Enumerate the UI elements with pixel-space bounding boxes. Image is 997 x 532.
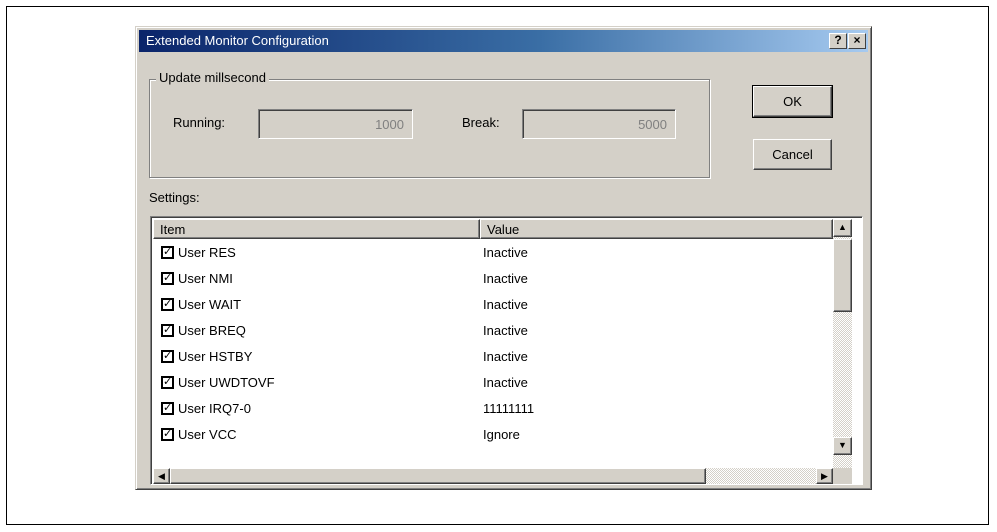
checkbox[interactable]: ✓ bbox=[161, 246, 174, 259]
item-value: 11111111 bbox=[483, 401, 535, 416]
checkbox[interactable]: ✓ bbox=[161, 402, 174, 415]
item-name: User RES bbox=[178, 245, 236, 260]
scrollbar-corner bbox=[833, 468, 852, 484]
title-bar[interactable]: Extended Monitor Configuration ? × bbox=[139, 30, 868, 52]
check-mark-icon: ✓ bbox=[163, 324, 173, 336]
check-mark-icon: ✓ bbox=[163, 376, 173, 388]
cancel-button[interactable]: Cancel bbox=[753, 139, 832, 170]
checkbox[interactable]: ✓ bbox=[161, 324, 174, 337]
horizontal-scrollbar[interactable]: ◀ ▶ bbox=[153, 468, 833, 484]
item-name: User BREQ bbox=[178, 323, 246, 338]
list-item[interactable]: ✓ User VCC Ignore bbox=[153, 423, 833, 449]
list-item[interactable]: ✓ User IRQ7-0 11111111 bbox=[153, 397, 833, 423]
column-header-item[interactable]: Item bbox=[153, 219, 480, 239]
list-item[interactable]: ✓ User RES Inactive bbox=[153, 241, 833, 267]
item-value: Inactive bbox=[483, 245, 528, 260]
close-button[interactable]: × bbox=[848, 33, 866, 49]
break-field[interactable]: 5000 bbox=[522, 109, 676, 139]
list-item[interactable]: ✓ User NMI Inactive bbox=[153, 267, 833, 293]
update-group-legend: Update millsecond bbox=[156, 70, 269, 85]
checkbox[interactable]: ✓ bbox=[161, 428, 174, 441]
scroll-left-icon[interactable]: ◀ bbox=[153, 468, 170, 484]
item-name: User WAIT bbox=[178, 297, 242, 312]
list-item[interactable]: ✓ User WAIT Inactive bbox=[153, 293, 833, 319]
list-item[interactable]: ✓ User HSTBY Inactive bbox=[153, 345, 833, 371]
checkbox[interactable]: ✓ bbox=[161, 376, 174, 389]
check-mark-icon: ✓ bbox=[163, 272, 173, 284]
running-field[interactable]: 1000 bbox=[258, 109, 413, 139]
settings-list[interactable]: Item Value ✓ User RES Inactive ✓ User NMI Ina… bbox=[150, 216, 863, 485]
dialog-title: Extended Monitor Configuration bbox=[146, 33, 329, 48]
help-button[interactable]: ? bbox=[829, 33, 847, 49]
vertical-scroll-thumb[interactable] bbox=[833, 239, 852, 312]
item-name: User NMI bbox=[178, 271, 233, 286]
item-value: Inactive bbox=[483, 271, 528, 286]
check-mark-icon: ✓ bbox=[163, 428, 173, 440]
item-name: User HSTBY bbox=[178, 349, 253, 364]
settings-label: Settings: bbox=[149, 190, 200, 205]
horizontal-scroll-thumb[interactable] bbox=[170, 468, 706, 484]
item-name: User IRQ7-0 bbox=[178, 401, 251, 416]
item-name: User VCC bbox=[178, 427, 237, 442]
running-label: Running: bbox=[173, 115, 226, 130]
checkbox[interactable]: ✓ bbox=[161, 350, 174, 363]
list-item[interactable]: ✓ User BREQ Inactive bbox=[153, 319, 833, 345]
item-name: User UWDTOVF bbox=[178, 375, 275, 390]
extended-monitor-dialog: Extended Monitor Configuration ? × Updat… bbox=[135, 26, 872, 490]
check-mark-icon: ✓ bbox=[163, 298, 173, 310]
item-value: Inactive bbox=[483, 349, 528, 364]
ok-button[interactable]: OK bbox=[752, 85, 833, 118]
column-header-value[interactable]: Value bbox=[480, 219, 833, 239]
vertical-scrollbar[interactable]: ▲ ▼ bbox=[833, 219, 852, 470]
checkbox[interactable]: ✓ bbox=[161, 272, 174, 285]
check-mark-icon: ✓ bbox=[163, 350, 173, 362]
check-mark-icon: ✓ bbox=[163, 246, 173, 258]
item-value: Inactive bbox=[483, 375, 528, 390]
item-value: Inactive bbox=[483, 297, 528, 312]
scroll-down-icon[interactable]: ▼ bbox=[833, 437, 852, 455]
scroll-up-icon[interactable]: ▲ bbox=[833, 219, 852, 237]
list-item[interactable]: ✓ User UWDTOVF Inactive bbox=[153, 371, 833, 397]
scroll-right-icon[interactable]: ▶ bbox=[816, 468, 833, 484]
item-value: Ignore bbox=[483, 427, 520, 442]
check-mark-icon: ✓ bbox=[163, 402, 173, 414]
item-value: Inactive bbox=[483, 323, 528, 338]
break-label: Break: bbox=[462, 115, 500, 130]
checkbox[interactable]: ✓ bbox=[161, 298, 174, 311]
